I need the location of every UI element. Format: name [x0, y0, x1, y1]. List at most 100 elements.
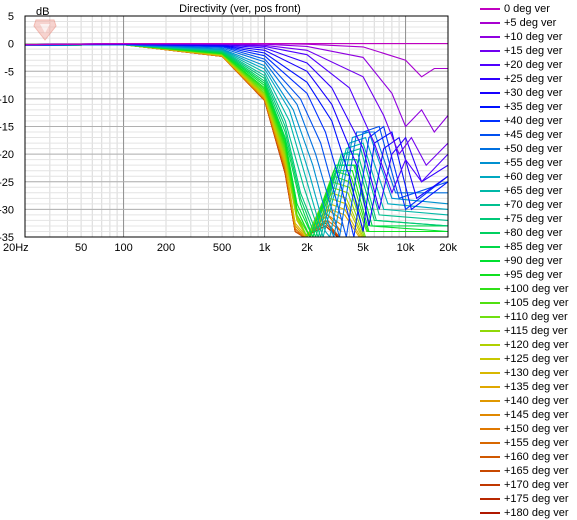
x-tick-label: 5k — [357, 242, 369, 254]
legend-item: +110 deg ver — [480, 310, 577, 324]
y-tick-label: -25 — [0, 177, 14, 189]
legend-item: +140 deg ver — [480, 394, 577, 408]
legend-swatch — [480, 8, 500, 10]
legend-label: +175 deg ver — [504, 493, 569, 505]
legend-label: +160 deg ver — [504, 451, 569, 463]
legend-swatch — [480, 190, 500, 192]
legend-label: +50 deg ver — [504, 143, 563, 155]
legend-item: +10 deg ver — [480, 30, 577, 44]
legend-item: +170 deg ver — [480, 478, 577, 492]
x-tick-label: 10k — [397, 242, 415, 254]
legend-item: +165 deg ver — [480, 464, 577, 478]
y-axis-label: dB — [36, 6, 49, 18]
legend-label: +140 deg ver — [504, 395, 569, 407]
legend-swatch — [480, 218, 500, 220]
x-tick-label: 100 — [114, 242, 132, 254]
legend-swatch — [480, 232, 500, 234]
legend-label: +55 deg ver — [504, 157, 563, 169]
legend-swatch — [480, 414, 500, 416]
legend-label: +90 deg ver — [504, 255, 563, 267]
legend-item: +90 deg ver — [480, 254, 577, 268]
legend-item: +25 deg ver — [480, 72, 577, 86]
legend-item: +175 deg ver — [480, 492, 577, 506]
legend-label: +110 deg ver — [504, 311, 568, 323]
legend-swatch — [480, 50, 500, 52]
legend-label: +150 deg ver — [504, 423, 569, 435]
legend-swatch — [480, 22, 500, 24]
legend-item: +115 deg ver — [480, 324, 577, 338]
legend-label: +155 deg ver — [504, 437, 569, 449]
legend-label: +45 deg ver — [504, 129, 563, 141]
legend-swatch — [480, 372, 500, 374]
y-tick-label: 5 — [8, 11, 14, 23]
y-tick-label: 0 — [8, 39, 14, 51]
legend-swatch — [480, 274, 500, 276]
legend-swatch — [480, 162, 500, 164]
legend-swatch — [480, 484, 500, 486]
legend-item: +75 deg ver — [480, 212, 577, 226]
legend-item: +55 deg ver — [480, 156, 577, 170]
legend-item: +20 deg ver — [480, 58, 577, 72]
legend-item: +95 deg ver — [480, 268, 577, 282]
legend-item: +35 deg ver — [480, 100, 577, 114]
legend-swatch — [480, 134, 500, 136]
legend-item: +155 deg ver — [480, 436, 577, 450]
legend-label: +40 deg ver — [504, 115, 563, 127]
y-tick-label: -15 — [0, 122, 14, 134]
legend: 0 deg ver +5 deg ver +10 deg ver +15 deg ve… — [480, 2, 577, 520]
x-tick-label: 500 — [213, 242, 231, 254]
legend-label: +170 deg ver — [504, 479, 569, 491]
legend-item: +45 deg ver — [480, 128, 577, 142]
legend-item: +145 deg ver — [480, 408, 577, 422]
legend-swatch — [480, 302, 500, 304]
legend-label: +135 deg ver — [504, 381, 569, 393]
legend-item: +30 deg ver — [480, 86, 577, 100]
x-tick-label: 50 — [75, 242, 87, 254]
legend-swatch — [480, 288, 500, 290]
legend-swatch — [480, 400, 500, 402]
y-tick-label: -10 — [0, 94, 14, 106]
legend-item: 0 deg ver — [480, 2, 577, 16]
legend-swatch — [480, 442, 500, 444]
legend-swatch — [480, 106, 500, 108]
legend-swatch — [480, 246, 500, 248]
legend-item: +160 deg ver — [480, 450, 577, 464]
legend-swatch — [480, 428, 500, 430]
legend-label: +30 deg ver — [504, 87, 563, 99]
x-tick-label: 20k — [439, 242, 457, 254]
legend-label: +70 deg ver — [504, 199, 563, 211]
legend-label: +125 deg ver — [504, 353, 569, 365]
legend-label: +115 deg ver — [504, 325, 568, 337]
legend-label: +80 deg ver — [504, 227, 563, 239]
legend-swatch — [480, 470, 500, 472]
legend-item: +70 deg ver — [480, 198, 577, 212]
y-tick-label: -35 — [0, 232, 14, 244]
legend-item: +40 deg ver — [480, 114, 577, 128]
x-tick-label: 1k — [259, 242, 271, 254]
legend-swatch — [480, 386, 500, 388]
legend-swatch — [480, 176, 500, 178]
legend-item: +120 deg ver — [480, 338, 577, 352]
y-tick-label: -30 — [0, 204, 14, 216]
legend-label: +20 deg ver — [504, 59, 563, 71]
legend-swatch — [480, 498, 500, 500]
legend-item: +135 deg ver — [480, 380, 577, 394]
legend-label: +85 deg ver — [504, 241, 563, 253]
legend-item: +105 deg ver — [480, 296, 577, 310]
y-tick-label: -5 — [4, 66, 14, 78]
legend-item: +15 deg ver — [480, 44, 577, 58]
legend-item: +150 deg ver — [480, 422, 577, 436]
legend-swatch — [480, 260, 500, 262]
legend-item: +85 deg ver — [480, 240, 577, 254]
legend-swatch — [480, 456, 500, 458]
legend-label: +130 deg ver — [504, 367, 569, 379]
legend-swatch — [480, 78, 500, 80]
legend-swatch — [480, 330, 500, 332]
legend-item: +125 deg ver — [480, 352, 577, 366]
y-tick-label: -20 — [0, 149, 14, 161]
legend-swatch — [480, 64, 500, 66]
legend-swatch — [480, 92, 500, 94]
legend-item: +50 deg ver — [480, 142, 577, 156]
legend-swatch — [480, 148, 500, 150]
legend-label: +120 deg ver — [504, 339, 569, 351]
